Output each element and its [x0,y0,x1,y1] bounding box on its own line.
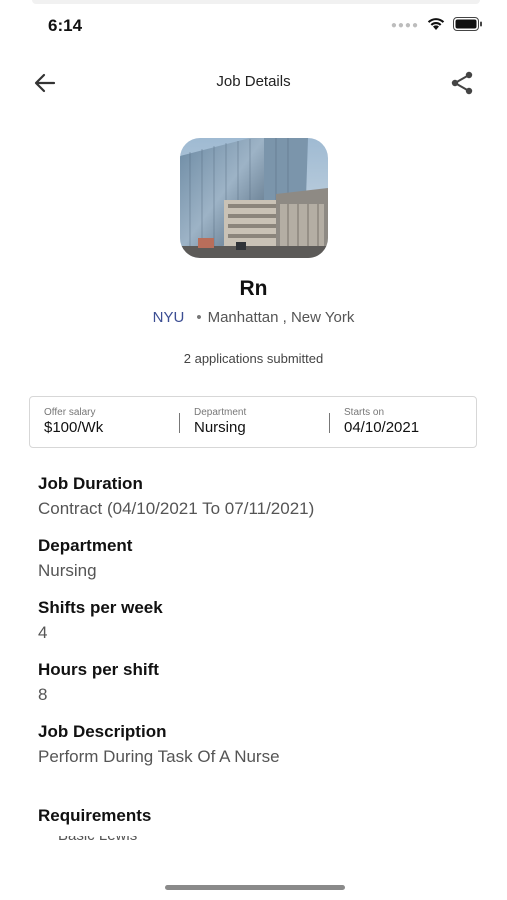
job-image [180,138,328,258]
job-location-line: NYU • Manhattan , New York [0,309,507,326]
job-summary-card: Offer salary $100/Wk Department Nursing … [29,396,477,448]
requirements-item-peek: Basic Lewis [58,836,178,844]
section-requirements: Requirements [38,806,151,826]
section-hours-per-shift: Hours per shift 8 [38,660,159,705]
summary-salary-label: Offer salary [44,407,96,418]
navigation-bar: Job Details [0,60,507,104]
section-value: Perform During Task Of A Nurse [38,747,280,766]
section-heading: Shifts per week [38,598,163,617]
section-job-description: Job Description Perform During Task Of A… [38,722,280,767]
location-separator: • [196,309,202,326]
share-icon[interactable] [449,70,475,96]
section-heading: Requirements [38,806,152,825]
requirements-item-text: Basic Lewis [58,836,178,844]
battery-icon [453,16,482,31]
summary-department: Department Nursing [194,407,246,436]
section-heading: Job Description [38,722,167,741]
section-value: 8 [38,685,48,704]
job-title: Rn [239,277,268,300]
section-value: Contract (04/10/2021 To 07/11/2021) [38,499,315,518]
signal-dots-icon: ●●●● [390,20,419,31]
summary-department-value: Nursing [194,419,246,436]
wifi-icon [427,18,445,30]
section-heading: Hours per shift [38,660,159,679]
status-time: 6:14 [48,16,83,35]
home-indicator[interactable] [165,885,345,890]
organization-link[interactable]: NYU [153,309,185,326]
summary-divider [179,413,180,433]
summary-salary: Offer salary $100/Wk [44,407,103,436]
page-title: Job Details [216,73,291,90]
summary-department-label: Department [194,407,247,418]
summary-salary-value: $100/Wk [44,419,104,436]
summary-divider [329,413,330,433]
section-heading: Job Duration [38,474,143,493]
section-heading: Department [38,536,133,555]
section-value: 4 [38,623,48,642]
section-job-duration: Job Duration Contract (04/10/2021 To 07/… [38,474,314,519]
summary-start-value: 04/10/2021 [344,419,420,436]
section-department: Department Nursing [38,536,132,581]
summary-start-date: Starts on 04/10/2021 [344,407,419,436]
applications-count: 2 applications submitted [183,351,324,366]
status-icons: ●●●● [391,16,483,31]
section-shifts-per-week: Shifts per week 4 [38,598,163,643]
status-bar: 6:14 ●●●● [0,0,507,50]
summary-start-label: Starts on [344,407,385,418]
job-location: Manhattan , New York [207,309,355,326]
section-value: Nursing [38,561,97,580]
